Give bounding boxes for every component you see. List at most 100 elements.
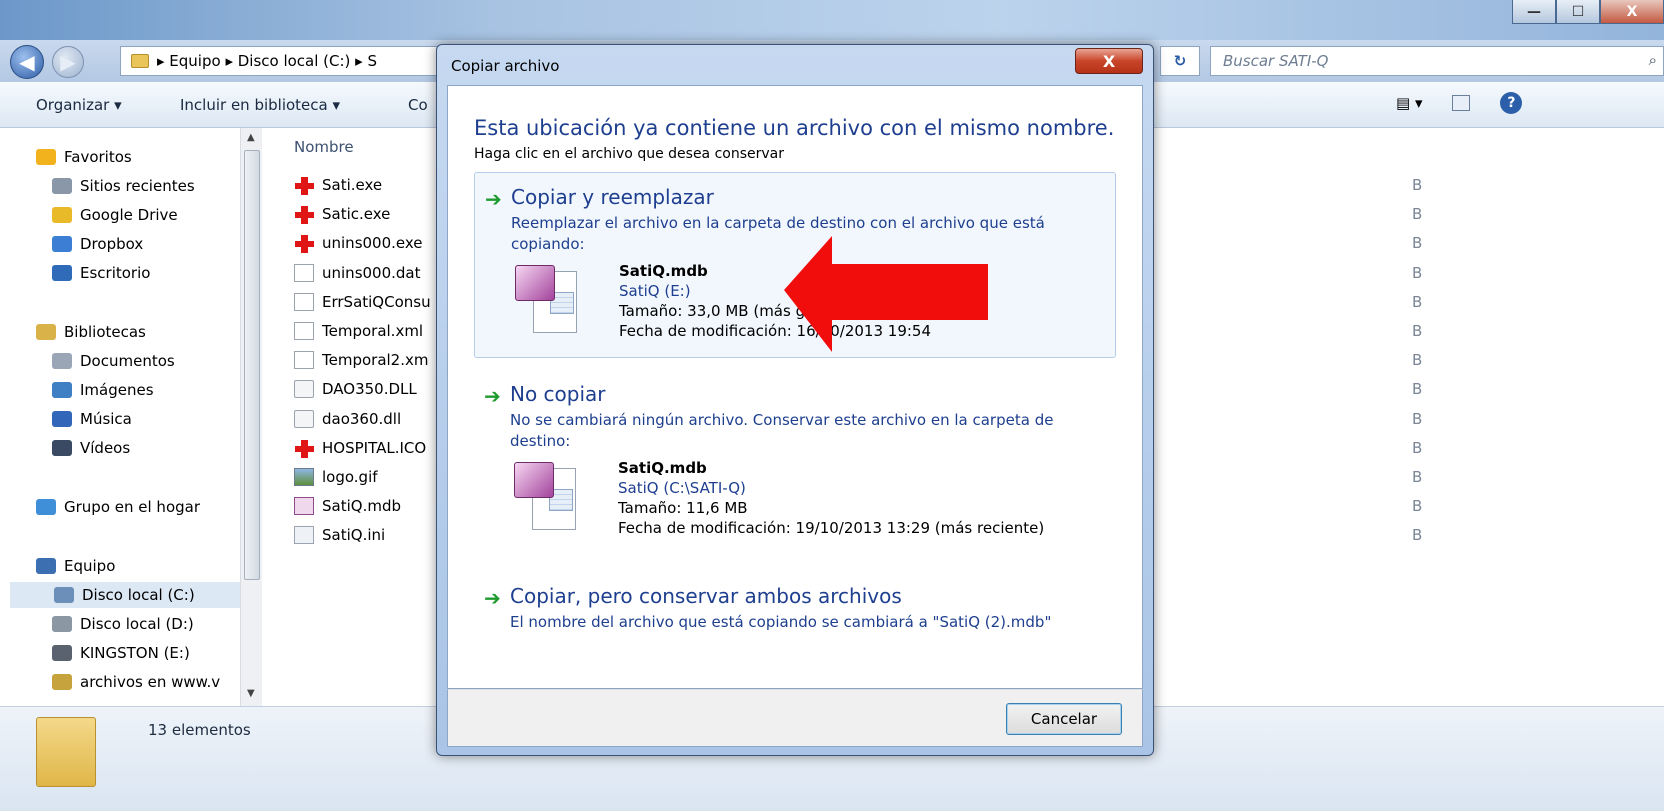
- file-row[interactable]: logo.gif: [294, 468, 378, 486]
- file-size-suffix: B: [1412, 438, 1423, 457]
- file-size-suffix: B: [1412, 176, 1423, 194]
- file-row[interactable]: Satic.exe: [294, 205, 391, 225]
- include-library-menu[interactable]: Incluir en biblioteca ▾: [180, 96, 340, 114]
- file-row[interactable]: Temporal.xml: [294, 322, 423, 340]
- nav-item-videos[interactable]: Vídeos: [52, 439, 130, 457]
- dialog-close-button[interactable]: X: [1075, 48, 1143, 74]
- option-do-not-copy[interactable]: ➔ No copiar No se cambiará ningún archiv…: [474, 370, 1116, 556]
- file-icon: [294, 351, 314, 370]
- address-bar[interactable]: ▸ Equipo ▸ Disco local (C:) ▸ S: [120, 46, 440, 76]
- dialog-title: Copiar archivo: [451, 57, 560, 75]
- documents-icon: [52, 353, 72, 369]
- nav-item-desktop[interactable]: Escritorio: [52, 264, 150, 282]
- nav-item-label: Favoritos: [64, 148, 132, 166]
- nav-item-music[interactable]: Música: [52, 410, 132, 428]
- file-name: HOSPITAL.ICO: [322, 438, 427, 457]
- file-size-suffix: B: [1412, 468, 1423, 486]
- google-drive-icon: [52, 207, 72, 223]
- forward-arrow-icon: ▶: [60, 50, 76, 74]
- file-name: SatiQ.mdb: [322, 497, 401, 516]
- nav-item-label: Grupo en el hogar: [64, 498, 200, 516]
- refresh-button[interactable]: ↻: [1160, 46, 1200, 76]
- navigation-scrollbar[interactable]: ▲ ▼: [240, 128, 262, 706]
- nav-item-label: Disco local (D:): [80, 615, 194, 633]
- nav-item-label: KINGSTON (E:): [80, 644, 190, 662]
- close-window-button[interactable]: X: [1600, 0, 1664, 24]
- app-red-cross-icon: [294, 234, 314, 254]
- file-row[interactable]: HOSPITAL.ICO: [294, 438, 427, 458]
- scroll-down-icon[interactable]: ▼: [247, 688, 255, 699]
- file-icon: [294, 263, 314, 282]
- recent-places-icon: [52, 178, 72, 194]
- file-row[interactable]: DAO350.DLL: [294, 380, 417, 399]
- usb-drive-icon: [52, 645, 72, 661]
- nav-item-drive-c[interactable]: Disco local (C:): [10, 582, 242, 608]
- file-name: Satic.exe: [322, 205, 391, 224]
- window-controls: — ☐ X: [1512, 0, 1664, 30]
- nav-item-homegroup[interactable]: Grupo en el hogar: [36, 498, 200, 516]
- change-view-icon[interactable]: ▤ ▾: [1396, 94, 1422, 112]
- file-date: Fecha de modificación: 19/10/2013 13:29 …: [618, 519, 1045, 537]
- star-icon: [36, 149, 56, 165]
- preview-pane-icon[interactable]: [1452, 95, 1471, 111]
- nav-item-drive-d[interactable]: Disco local (D:): [52, 615, 194, 633]
- organize-menu[interactable]: Organizar ▾: [36, 96, 122, 114]
- file-size-suffix: B: [1412, 351, 1423, 370]
- file-name: Temporal2.xm: [322, 351, 429, 370]
- nav-item-label: Imágenes: [80, 381, 154, 399]
- nav-item-dropbox[interactable]: Dropbox: [52, 235, 143, 253]
- green-arrow-icon: ➔: [484, 586, 501, 610]
- help-icon[interactable]: ?: [1500, 92, 1523, 114]
- nav-item-usb-drive[interactable]: KINGSTON (E:): [52, 644, 190, 662]
- nav-item-label: Dropbox: [80, 235, 144, 253]
- nav-item-libraries[interactable]: Bibliotecas: [36, 323, 146, 341]
- nav-item-star[interactable]: Favoritos: [36, 148, 132, 166]
- access-db-icon: [515, 265, 577, 335]
- nav-item-documents[interactable]: Documentos: [52, 352, 175, 370]
- file-row[interactable]: SatiQ.mdb: [294, 497, 401, 516]
- navigation-pane: Favoritos Sitios recientes Google Drive Dro…: [0, 128, 262, 706]
- forward-button[interactable]: ▶: [52, 46, 84, 78]
- file-row[interactable]: dao360.dll: [294, 409, 401, 428]
- drive-c-icon: [54, 587, 74, 603]
- file-name: DAO350.DLL: [322, 380, 417, 399]
- file-size-suffix: B: [1412, 234, 1423, 253]
- file-size-suffix: B: [1412, 380, 1423, 399]
- file-row[interactable]: Sati.exe: [294, 176, 382, 195]
- access-db-icon: [294, 497, 314, 516]
- back-button[interactable]: ◀: [10, 45, 44, 79]
- nav-item-label: Bibliotecas: [64, 323, 146, 341]
- file-row[interactable]: Temporal2.xm: [294, 351, 429, 370]
- nav-item-recent-places[interactable]: Sitios recientes: [52, 177, 195, 195]
- app-red-cross-icon: [294, 176, 314, 195]
- file-row[interactable]: unins000.exe: [294, 234, 423, 254]
- nav-item-label: Sitios recientes: [80, 177, 195, 195]
- large-folder-icon: [36, 717, 96, 787]
- nav-item-google-drive[interactable]: Google Drive: [52, 206, 178, 224]
- breadcrumb[interactable]: ▸ Equipo ▸ Disco local (C:) ▸ S: [157, 52, 377, 70]
- file-name: SatiQ.ini: [322, 526, 386, 545]
- file-row[interactable]: ErrSatiQConsu: [294, 292, 431, 311]
- maximize-button[interactable]: ☐: [1556, 0, 1600, 24]
- scrollbar-thumb[interactable]: [244, 150, 260, 580]
- nav-item-network-folder[interactable]: archivos en www.v: [52, 673, 220, 691]
- nav-item-pictures[interactable]: Imágenes: [52, 381, 154, 399]
- search-input[interactable]: Buscar SATI-Q ⌕: [1210, 46, 1664, 76]
- minimize-button[interactable]: —: [1512, 0, 1556, 24]
- nav-item-label: Equipo: [64, 557, 116, 575]
- file-icon: [294, 322, 314, 340]
- nav-item-computer[interactable]: Equipo: [36, 557, 115, 575]
- dialog-subheading: Haga clic en el archivo que desea conser…: [474, 146, 785, 162]
- file-row[interactable]: SatiQ.ini: [294, 526, 386, 545]
- option-keep-both[interactable]: ➔ Copiar, pero conservar ambos archivos …: [474, 572, 1116, 638]
- nav-item-label: Música: [80, 410, 132, 428]
- search-icon[interactable]: ⌕: [1649, 51, 1657, 69]
- cancel-button[interactable]: Cancelar: [1006, 703, 1122, 735]
- toolbar-truncated-item[interactable]: Co: [408, 96, 428, 114]
- column-header-name[interactable]: Nombre: [294, 138, 354, 156]
- scroll-up-icon[interactable]: ▲: [247, 132, 255, 143]
- view-controls: ▤ ▾ ?: [1396, 92, 1523, 114]
- dialog-body: Esta ubicación ya contiene un archivo co…: [447, 85, 1143, 689]
- file-size-suffix: B: [1412, 263, 1423, 282]
- file-row[interactable]: unins000.dat: [294, 263, 421, 282]
